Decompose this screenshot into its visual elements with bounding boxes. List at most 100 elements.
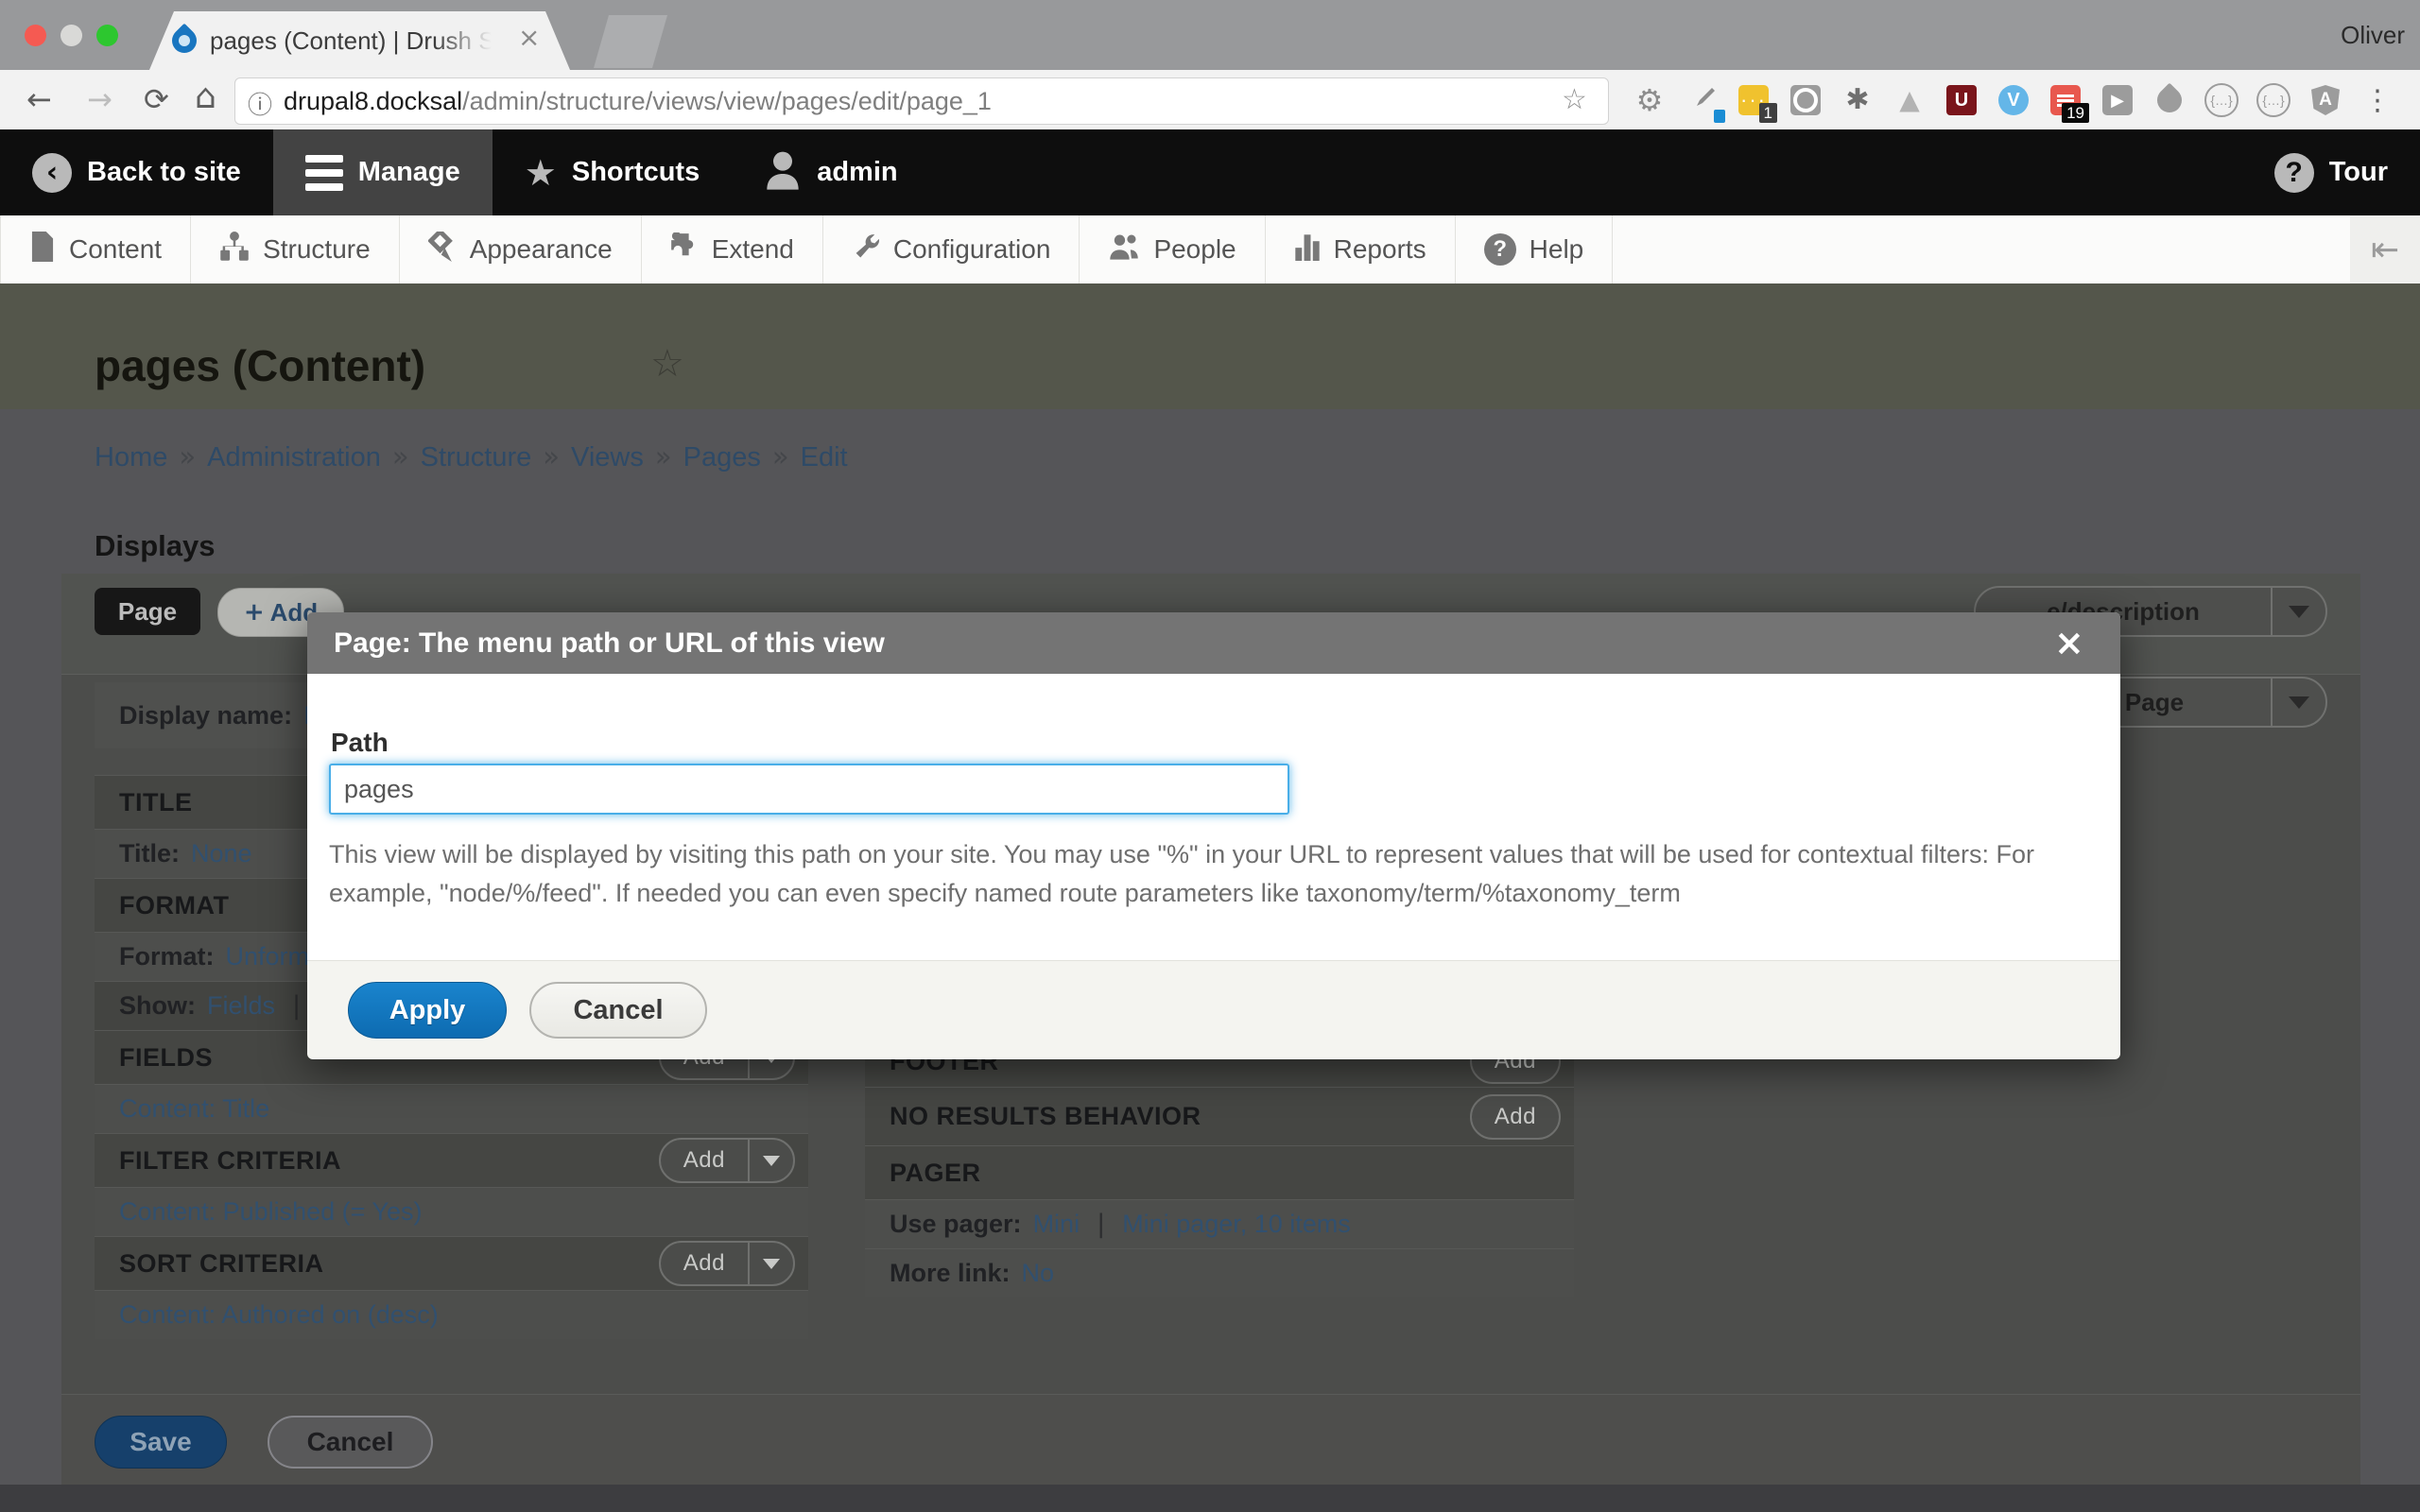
reload-icon[interactable]: ⟳ <box>144 81 169 117</box>
path-input[interactable] <box>329 764 1289 815</box>
settings-gear-icon[interactable]: ⚙ <box>1632 82 1668 118</box>
filter-add-button[interactable]: Add <box>659 1138 795 1183</box>
manage-button[interactable]: Manage <box>273 129 493 215</box>
modal-cancel-button[interactable]: Cancel <box>529 982 707 1039</box>
people-icon <box>1108 232 1140 267</box>
sort-item-row: Content: Authored on (desc) <box>95 1290 808 1339</box>
no-results-behavior-header: NO RESULTS BEHAVIOR Add <box>865 1087 1574 1145</box>
tab-title-fade <box>435 19 510 60</box>
extension-row: ⚙ ··· 1 ✱ ▲ U V 19 ▶ {…} {…} A ⋮ <box>1632 76 2395 125</box>
notes-badge: 1 <box>1759 103 1777 123</box>
breadcrumb-edit[interactable]: Edit <box>801 442 848 472</box>
window-close-button[interactable] <box>25 25 46 46</box>
toolbar-collapse-icon[interactable]: ⇤ <box>2350 215 2420 284</box>
drupal-admin-toolbar: ‹ Back to site Manage ★ Shortcuts admin … <box>0 129 2420 215</box>
sort-add-button[interactable]: Add <box>659 1241 795 1286</box>
browser-profile-name[interactable]: Oliver <box>2341 21 2405 50</box>
mini-pager-items-link[interactable]: Mini pager, 10 items <box>1122 1210 1351 1239</box>
wrench-icon <box>852 232 880 267</box>
breadcrumb-views[interactable]: Views <box>571 442 644 472</box>
page-info-icon[interactable]: ⓘ <box>248 86 272 121</box>
fields-item-row: Content: Title <box>95 1084 808 1133</box>
tour-button[interactable]: ? Tour <box>2242 129 2420 215</box>
show-fields-link[interactable]: Fields <box>207 991 275 1021</box>
todoist-extension-icon[interactable]: 19 <box>2048 82 2083 118</box>
displays-cancel-button[interactable]: Cancel <box>268 1416 433 1469</box>
save-button[interactable]: Save <box>95 1416 227 1469</box>
document-icon <box>29 232 56 268</box>
play-extension-icon[interactable]: ▶ <box>2100 82 2135 118</box>
title-none-link[interactable]: None <box>191 839 252 868</box>
shortcuts-button[interactable]: ★ Shortcuts <box>493 129 732 215</box>
paintbrush-icon <box>428 232 457 268</box>
drupal-extension-icon[interactable] <box>2152 82 2187 118</box>
menu-item-appearance[interactable]: Appearance <box>400 215 642 284</box>
path-description: This view will be displayed by visiting … <box>329 835 2099 913</box>
sitemap-icon <box>219 232 250 268</box>
filter-item-row: Content: Published (= Yes) <box>95 1187 808 1236</box>
tab-close-icon[interactable]: × <box>518 25 540 51</box>
browser-menu-icon[interactable]: ⋮ <box>2360 82 2395 118</box>
content-authored-link[interactable]: Content: Authored on (desc) <box>119 1300 439 1330</box>
breadcrumb-home[interactable]: Home <box>95 442 167 472</box>
bookmark-star-icon[interactable]: ☆ <box>1562 83 1587 116</box>
notes-extension-icon[interactable]: ··· 1 <box>1736 82 1772 118</box>
hamburger-icon <box>305 155 343 191</box>
dropdown-caret-icon[interactable] <box>2271 588 2325 635</box>
help-icon: ? <box>1484 233 1516 266</box>
forward-icon[interactable]: → <box>87 81 112 117</box>
content-title-link[interactable]: Content: Title <box>119 1094 269 1124</box>
breadcrumb-structure[interactable]: Structure <box>421 442 532 472</box>
breadcrumb-administration[interactable]: Administration <box>207 442 381 472</box>
breadcrumb-pages[interactable]: Pages <box>683 442 761 472</box>
back-icon[interactable]: ← <box>26 81 52 117</box>
more-link-row: More link: No <box>865 1248 1574 1297</box>
path-modal: Page: The menu path or URL of this view … <box>307 612 2120 1058</box>
display-page-tab[interactable]: Page <box>95 588 200 635</box>
displays-middle-column: FOOTER Add NO RESULTS BEHAVIOR Add PAGER… <box>865 1035 1574 1297</box>
breadcrumb: Home»Administration»Structure»Views»Page… <box>95 440 848 473</box>
menu-item-reports[interactable]: Reports <box>1266 215 1456 284</box>
ublock-extension-icon[interactable]: U <box>1944 82 1979 118</box>
dark-gear-extension-icon[interactable]: ✱ <box>1840 82 1876 118</box>
color-picker-icon[interactable] <box>1684 82 1720 118</box>
json-braces-2-icon[interactable]: {…} <box>2256 82 2291 118</box>
window-minimize-button[interactable] <box>60 25 82 46</box>
window-zoom-button[interactable] <box>96 25 118 46</box>
camera-extension-icon[interactable] <box>1788 82 1824 118</box>
menu-item-structure[interactable]: Structure <box>191 215 400 284</box>
angular-extension-icon[interactable]: A <box>2308 82 2343 118</box>
json-braces-icon[interactable]: {…} <box>2204 82 2239 118</box>
use-pager-mini-link[interactable]: Mini <box>1033 1210 1080 1239</box>
url-text[interactable]: drupal8.docksal/admin/structure/views/vi… <box>284 87 992 116</box>
nrb-add-button[interactable]: Add <box>1470 1094 1561 1140</box>
dropdown-caret-icon[interactable] <box>748 1140 793 1181</box>
dropdown-caret-icon[interactable] <box>748 1243 793 1284</box>
filter-criteria-header: FILTER CRITERIA Add <box>95 1133 808 1187</box>
modal-close-icon[interactable]: × <box>2054 622 2084 663</box>
plus-icon: + <box>244 598 265 627</box>
drive-extension-icon[interactable]: ▲ <box>1892 82 1927 118</box>
page-bottom-strip <box>0 1485 2420 1512</box>
menu-item-content[interactable]: Content <box>0 215 191 284</box>
admin-user-button[interactable]: admin <box>732 129 929 215</box>
use-pager-row: Use pager: Mini | Mini pager, 10 items <box>865 1199 1574 1248</box>
back-to-site-button[interactable]: ‹ Back to site <box>0 129 273 215</box>
menu-item-extend[interactable]: Extend <box>642 215 823 284</box>
page-title-star-icon[interactable]: ☆ <box>650 342 684 386</box>
question-circle-icon: ? <box>2274 153 2314 193</box>
screen: Oliver pages (Content) | Drush Site-In ×… <box>0 0 2420 1512</box>
menu-item-help[interactable]: ? Help <box>1456 215 1614 284</box>
apply-button[interactable]: Apply <box>348 982 507 1039</box>
vimeo-extension-icon[interactable]: V <box>1996 82 2031 118</box>
menu-item-configuration[interactable]: Configuration <box>823 215 1080 284</box>
menu-item-people[interactable]: People <box>1080 215 1265 284</box>
drupal-menu-bar: Content Structure Appearance Extend Conf… <box>0 215 2420 285</box>
more-link-no-link[interactable]: No <box>1022 1259 1055 1288</box>
user-icon <box>764 148 802 198</box>
displays-heading: Displays <box>95 529 216 563</box>
modal-title: Page: The menu path or URL of this view <box>334 627 885 660</box>
content-published-link[interactable]: Content: Published (= Yes) <box>119 1197 422 1227</box>
dropdown-caret-icon[interactable] <box>2271 679 2325 726</box>
home-icon[interactable]: ⌂ <box>195 77 216 116</box>
